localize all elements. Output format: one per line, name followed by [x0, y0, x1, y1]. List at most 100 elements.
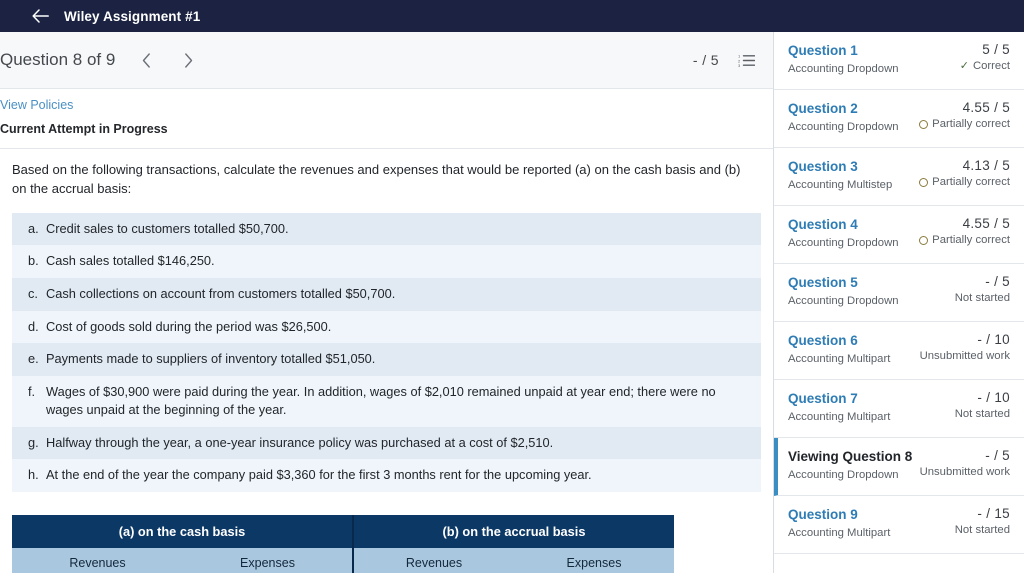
sidebar-item-type: Accounting Dropdown	[788, 62, 899, 75]
sidebar-item-left: Question 6 Accounting Multipart	[788, 332, 920, 366]
list-item-text: Wages of $30,900 were paid during the ye…	[46, 383, 716, 418]
sidebar-item-type: Accounting Multistep	[788, 178, 893, 191]
sidebar-item-question-5[interactable]: Question 5 Accounting Dropdown - / 5 Not…	[774, 264, 1024, 322]
svg-text:3: 3	[738, 63, 741, 68]
sidebar-item-left: Question 1 Accounting Dropdown	[788, 42, 960, 76]
sidebar-item-label: Question 9	[788, 507, 858, 522]
attempt-status: Current Attempt in Progress	[0, 122, 168, 136]
sidebar-item-label: Viewing Question 8	[788, 449, 913, 464]
question-header-bar: Question 8 of 9 - / 5 1 2 3	[0, 32, 773, 89]
sidebar-item-label: Question 4	[788, 217, 858, 232]
question-score: - / 5	[692, 52, 719, 68]
transactions-list: a. Credit sales to customers totalled $5…	[12, 212, 761, 492]
sidebar-item-type: Accounting Dropdown	[788, 120, 899, 133]
status-badge: Not started	[955, 292, 1010, 304]
top-app-bar: Wiley Assignment #1	[0, 0, 1024, 32]
list-item-text: Payments made to suppliers of inventory …	[46, 351, 376, 367]
sidebar-item-label: Question 6	[788, 333, 858, 348]
sidebar-item-score: 4.13 / 5	[962, 158, 1010, 173]
circle-outline-icon	[919, 235, 929, 245]
sidebar-item-right: 4.55 / 5 Partially correct	[919, 100, 1010, 130]
circle-outline-icon	[919, 119, 929, 129]
sidebar-item-right: - / 15 Not started	[955, 506, 1010, 536]
sidebar-item-score: 4.55 / 5	[962, 216, 1010, 231]
status-text: Not started	[954, 524, 1010, 536]
answer-table-group-header-cash: (a) on the cash basis	[12, 514, 354, 548]
assignment-title: Wiley Assignment #1	[64, 8, 201, 24]
sidebar-item-score: - / 5	[985, 448, 1010, 463]
list-item-text: Cash sales totalled $146,250.	[46, 253, 215, 269]
answer-table-group-header-row: (a) on the cash basis (b) on the accrual…	[12, 514, 674, 548]
sidebar-item-question-3[interactable]: Question 3 Accounting Multistep 4.13 / 5…	[774, 148, 1024, 206]
status-text: Not started	[954, 292, 1010, 304]
numbered-list-icon[interactable]: 1 2 3	[737, 51, 755, 69]
list-item: d. Cost of goods sold during the period …	[12, 310, 761, 344]
status-text: Correct	[972, 60, 1010, 72]
view-policies-link[interactable]: View Policies	[0, 89, 73, 112]
sidebar-item-question-1[interactable]: Question 1 Accounting Dropdown 5 / 5 ✓ C…	[774, 32, 1024, 90]
sidebar-item-score: - / 5	[985, 274, 1010, 289]
list-item-letter: c.	[28, 286, 38, 302]
sidebar-item-question-8[interactable]: Viewing Question 8 Accounting Dropdown -…	[774, 438, 1024, 496]
column-header-accrual-expenses: Expenses	[514, 547, 674, 573]
status-text: Not started	[954, 408, 1010, 420]
sidebar-item-left: Question 4 Accounting Dropdown	[788, 216, 919, 250]
view-policies-wrap: View Policies	[0, 89, 773, 114]
sidebar-item-question-6[interactable]: Question 6 Accounting Multipart - / 10 U…	[774, 322, 1024, 380]
answer-table-column-header-row: Revenues Expenses Revenues Expenses	[12, 547, 674, 573]
sidebar-item-left: Question 5 Accounting Dropdown	[788, 274, 955, 308]
list-item-text: Cost of goods sold during the period was…	[46, 318, 332, 334]
list-item-text: Halfway through the year, a one-year ins…	[46, 434, 554, 450]
column-header-cash-expenses: Expenses	[183, 547, 354, 573]
sidebar-item-left: Question 2 Accounting Dropdown	[788, 100, 919, 134]
check-icon: ✓	[959, 59, 969, 72]
list-item-letter: e.	[28, 351, 39, 367]
back-arrow-icon[interactable]	[30, 6, 50, 26]
main-panel: Question 8 of 9 - / 5 1 2 3 View Policie…	[0, 32, 774, 573]
page-body: Question 8 of 9 - / 5 1 2 3 View Policie…	[0, 32, 1024, 573]
chevron-right-icon[interactable]	[177, 49, 199, 71]
status-text: Partially correct	[932, 118, 1010, 130]
question-content: View Policies Current Attempt in Progres…	[0, 89, 773, 573]
list-item-text: Credit sales to customers totalled $50,7…	[46, 220, 289, 236]
status-badge: Not started	[955, 408, 1010, 420]
sidebar-item-right: - / 5 Not started	[955, 274, 1010, 304]
sidebar-item-left: Viewing Question 8 Accounting Dropdown	[788, 448, 920, 482]
list-item: h. At the end of the year the company pa…	[12, 459, 761, 492]
status-text: Partially correct	[932, 176, 1010, 188]
sidebar-item-right: - / 5 Unsubmitted work	[920, 448, 1010, 478]
sidebar-item-type: Accounting Multipart	[788, 526, 891, 539]
sidebar-item-type: Accounting Dropdown	[788, 294, 899, 307]
status-text: Partially correct	[932, 234, 1010, 246]
column-header-accrual-revenues: Revenues	[354, 547, 514, 573]
status-badge: Unsubmitted work	[920, 466, 1010, 478]
sidebar-item-question-4[interactable]: Question 4 Accounting Dropdown 4.55 / 5 …	[774, 206, 1024, 264]
status-badge: ✓ Correct	[960, 60, 1010, 72]
sidebar-item-label: Question 5	[788, 275, 858, 290]
status-badge: Partially correct	[919, 176, 1010, 188]
sidebar-item-left: Question 3 Accounting Multistep	[788, 158, 919, 192]
list-item-letter: h.	[28, 467, 39, 483]
chevron-left-icon[interactable]	[135, 49, 157, 71]
sidebar-item-label: Question 3	[788, 159, 858, 174]
sidebar-item-score: - / 10	[977, 390, 1010, 405]
list-item: f. Wages of $30,900 were paid during the…	[12, 375, 761, 427]
sidebar-item-question-9[interactable]: Question 9 Accounting Multipart - / 15 N…	[774, 496, 1024, 554]
sidebar-item-score: - / 10	[977, 332, 1010, 347]
sidebar-item-right: - / 10 Not started	[955, 390, 1010, 420]
list-item-letter: f.	[28, 383, 36, 399]
list-item: a. Credit sales to customers totalled $5…	[12, 212, 761, 246]
list-item: e. Payments made to suppliers of invento…	[12, 343, 761, 376]
sidebar-item-question-2[interactable]: Question 2 Accounting Dropdown 4.55 / 5 …	[774, 90, 1024, 148]
sidebar-item-label: Question 2	[788, 101, 858, 116]
sidebar-item-score: 5 / 5	[982, 42, 1010, 57]
answer-table-group-header-accrual: (b) on the accrual basis	[354, 514, 674, 548]
sidebar-item-question-7[interactable]: Question 7 Accounting Multipart - / 10 N…	[774, 380, 1024, 438]
sidebar-item-right: - / 10 Unsubmitted work	[920, 332, 1010, 362]
list-item: g. Halfway through the year, a one-year …	[12, 426, 761, 460]
list-item: b. Cash sales totalled $146,250.	[12, 245, 761, 279]
list-item-text: Cash collections on account from custome…	[46, 286, 396, 302]
list-item: c. Cash collections on account from cust…	[12, 278, 761, 311]
question-list-sidebar[interactable]: Question 1 Accounting Dropdown 5 / 5 ✓ C…	[774, 32, 1024, 573]
sidebar-item-type: Accounting Dropdown	[788, 468, 899, 481]
